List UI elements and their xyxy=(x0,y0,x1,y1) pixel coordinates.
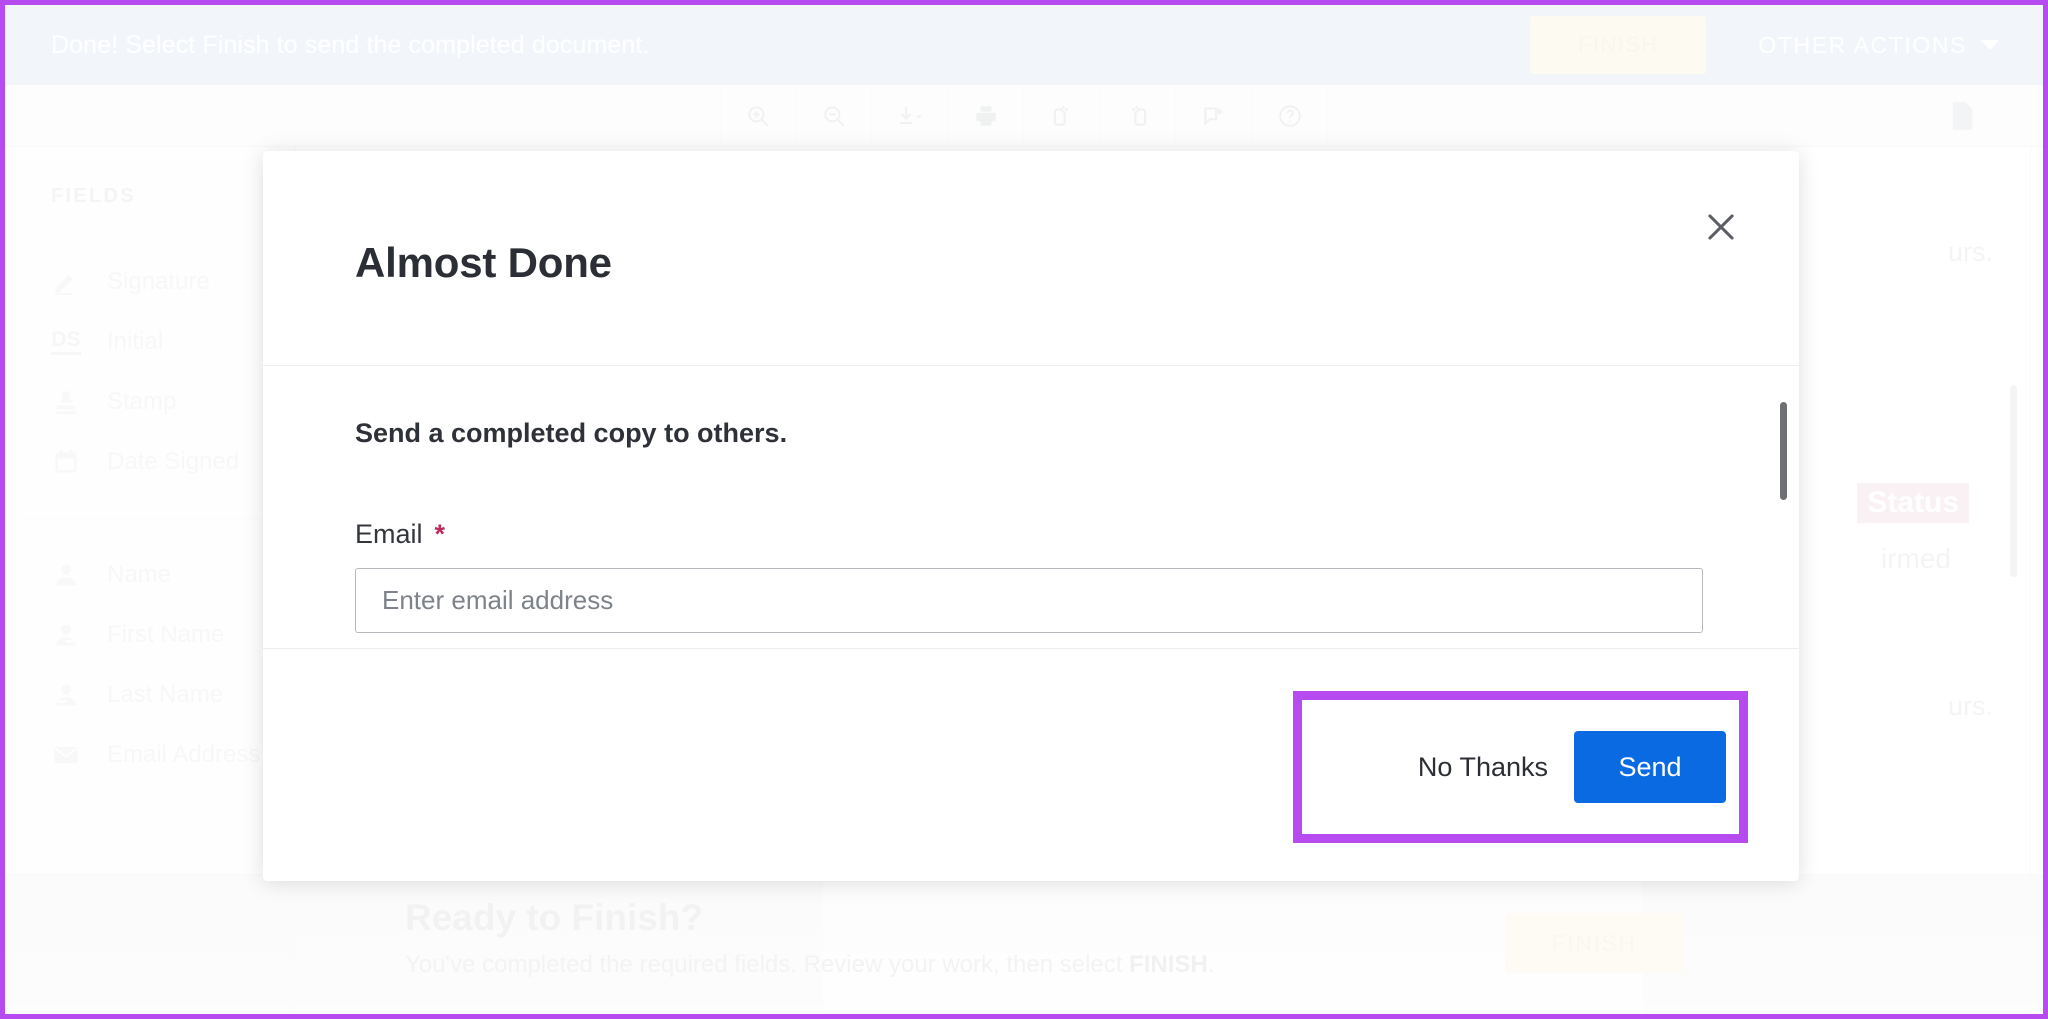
email-input[interactable] xyxy=(355,568,1703,633)
modal-body-heading: Send a completed copy to others. xyxy=(355,418,788,448)
send-button[interactable]: Send xyxy=(1574,731,1726,803)
almost-done-modal: Almost Done Send a completed copy to oth… xyxy=(263,151,1799,881)
email-field-label: Email xyxy=(355,519,423,549)
required-asterisk: * xyxy=(434,519,446,549)
modal-header: Almost Done xyxy=(263,151,1799,366)
no-thanks-button[interactable]: No Thanks xyxy=(1392,738,1574,797)
close-x-icon[interactable] xyxy=(1691,197,1751,257)
modal-body: Send a completed copy to others. Email * xyxy=(263,366,1799,649)
email-label-row: Email * xyxy=(355,519,1707,550)
modal-title: Almost Done xyxy=(355,239,612,286)
modal-footer: No Thanks Send xyxy=(263,649,1799,881)
modal-footer-actions: No Thanks Send xyxy=(1293,691,1748,843)
modal-scrollbar[interactable] xyxy=(1780,402,1787,500)
screenshot-root: Done! Select Finish to send the complete… xyxy=(0,0,2048,1019)
